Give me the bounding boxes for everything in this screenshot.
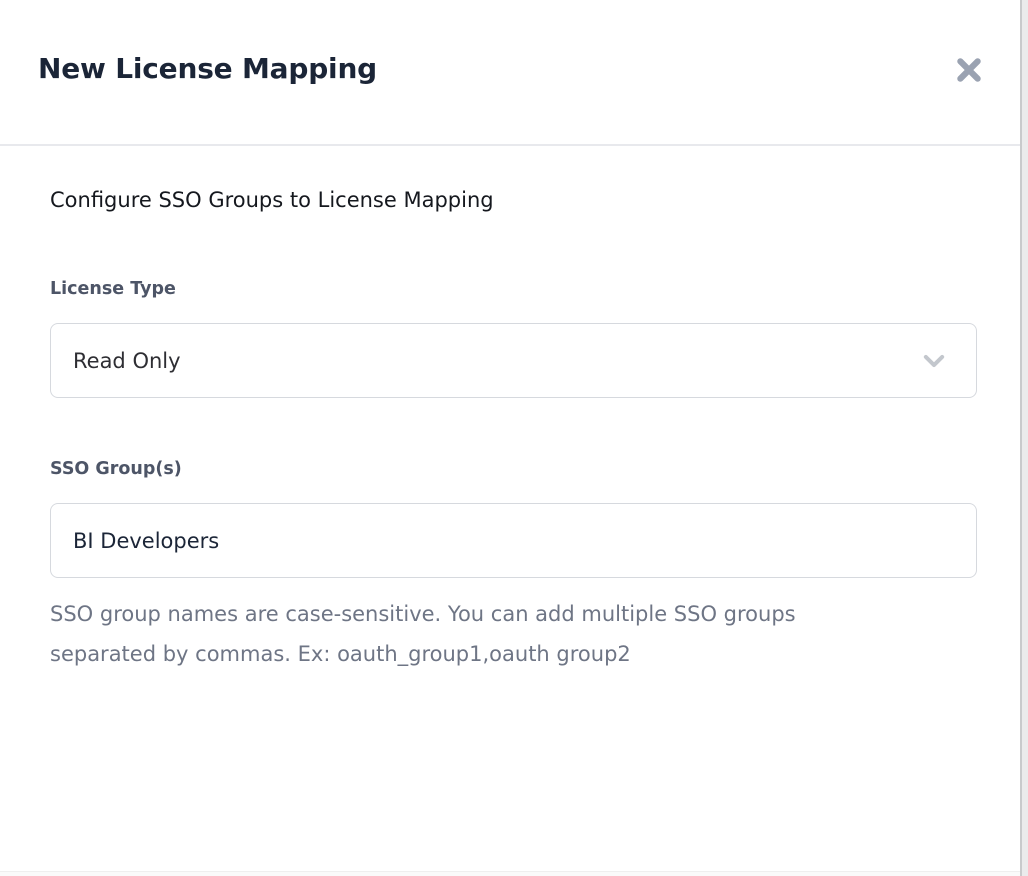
license-type-label: License Type xyxy=(50,279,176,299)
close-button[interactable] xyxy=(950,52,988,90)
modal-body: Configure SSO Groups to License Mapping … xyxy=(0,148,1020,870)
chevron-down-icon xyxy=(920,347,948,375)
license-type-selected-value: Read Only xyxy=(73,349,181,373)
modal-title: New License Mapping xyxy=(38,52,377,85)
config-heading: Configure SSO Groups to License Mapping xyxy=(50,188,494,212)
sso-groups-helper-text: SSO group names are case-sensitive. You … xyxy=(50,594,930,674)
sso-groups-label: SSO Group(s) xyxy=(50,459,182,479)
backdrop-right-strip xyxy=(1020,0,1028,876)
license-type-select[interactable]: Read Only xyxy=(50,323,977,398)
helper-line-2: separated by commas. Ex: oauth_group1,oa… xyxy=(50,634,930,674)
helper-line-1: SSO group names are case-sensitive. You … xyxy=(50,594,930,634)
x-icon xyxy=(953,54,985,89)
modal-header: New License Mapping xyxy=(0,0,1020,146)
sso-groups-input[interactable] xyxy=(50,503,977,578)
modal-bottom-edge xyxy=(0,871,1020,876)
new-license-mapping-modal: New License Mapping Configure SSO Groups… xyxy=(0,0,1028,876)
